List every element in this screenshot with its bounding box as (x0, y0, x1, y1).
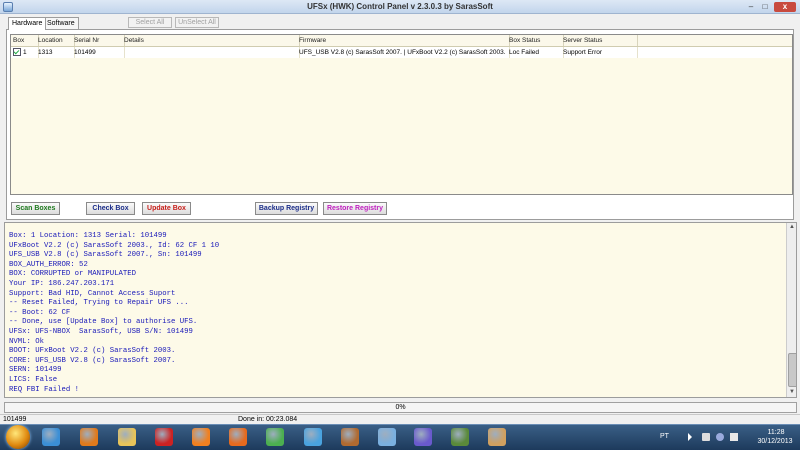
row-serial: 101499 (72, 47, 125, 58)
progress-bar: 0% (4, 402, 797, 413)
flash-icon[interactable] (155, 428, 173, 446)
log-line: UFS_USB V2.8 (c) SarasSoft 2007., Sn: 10… (9, 251, 202, 260)
row-details (122, 47, 300, 58)
folder-icon[interactable] (118, 428, 136, 446)
log-line: NVML: Ok (9, 337, 45, 346)
log-line: UFSx: UFS-NBOX SarasSoft, USB S/N: 10149… (9, 327, 193, 336)
row-checkbox[interactable] (13, 48, 21, 57)
progress-label: 0% (395, 404, 406, 411)
tray-battery-icon[interactable] (730, 433, 738, 441)
log-line: Support: Bad HID, Cannot Access Suport (9, 289, 176, 298)
scan-boxes-button[interactable]: Scan Boxes (11, 202, 60, 215)
row-box-cell[interactable]: 1 (11, 47, 39, 58)
notepad-icon[interactable] (378, 428, 396, 446)
log-line: CORE: UFS_USB V2.8 (c) SarasSoft 2007. (9, 356, 176, 365)
log-line: BOOT: UFxBoot V2.2 (c) SarasSoft 2003. (9, 347, 176, 356)
clock-date[interactable]: 30/12/2013 (752, 438, 798, 445)
maximize-button[interactable]: □ (758, 2, 772, 12)
window-title: UFSx (HWK) Control Panel v 2.3.0.3 by Sa… (307, 2, 493, 11)
check-box-button[interactable]: Check Box (86, 202, 135, 215)
avast-icon[interactable] (192, 428, 210, 446)
tray-network-icon[interactable] (702, 433, 710, 441)
scroll-up-arrow-icon[interactable]: ▲ (787, 223, 796, 232)
log-line: UFxBoot V2.2 (c) SarasSoft 2003., Id: 62… (9, 241, 220, 250)
log-line: REQ FBI Failed ! (9, 385, 80, 394)
log-line: -- Boot: 62 CF (9, 308, 71, 317)
tab-software[interactable]: Software (43, 17, 79, 29)
start-button[interactable] (6, 425, 30, 449)
box-grid[interactable]: Box Location Serial Nr Details Firmware … (10, 34, 793, 195)
media-player-icon[interactable] (80, 428, 98, 446)
select-all-button[interactable]: Select All (128, 17, 172, 28)
log-line: BOX: CORRUPTED or MANIPULATED (9, 270, 136, 279)
language-indicator[interactable]: PT (660, 433, 669, 440)
status-bar (0, 414, 800, 424)
row-box-status: Loc Failed (507, 47, 564, 58)
app-icon (3, 2, 13, 12)
log-line: -- Done, use [Update Box] to authorise U… (9, 318, 198, 327)
restore-registry-button[interactable]: Restore Registry (323, 202, 387, 215)
close-button[interactable]: x (774, 2, 796, 12)
status-elapsed: Done in: 00:23.084 (238, 416, 298, 423)
column-header-server-status[interactable]: Server Status (561, 35, 638, 46)
log-line: LICS: False (9, 375, 58, 384)
grid-header: Box Location Serial Nr Details Firmware … (11, 35, 792, 47)
row-server-status: Support Error (561, 47, 638, 58)
column-header-location[interactable]: Location (36, 35, 75, 46)
chrome-icon[interactable] (266, 428, 284, 446)
log-line: Box: 1 Location: 1313 Serial: 101499 (9, 232, 167, 240)
log-output[interactable]: Box: 1 Location: 1313 Serial: 101499 UFx… (4, 222, 797, 398)
column-header-box[interactable]: Box (11, 35, 39, 46)
log-line: BOX_AUTH_ERROR: 52 (9, 260, 88, 269)
backup-registry-button[interactable]: Backup Registry (255, 202, 318, 215)
row-location: 1313 (36, 47, 75, 58)
bluetooth-icon[interactable] (414, 428, 432, 446)
tray-flag-icon[interactable] (688, 433, 692, 441)
unselect-all-button[interactable]: UnSelect All (175, 17, 219, 28)
tab-hardware[interactable]: Hardware (8, 17, 47, 30)
column-header-firmware[interactable]: Firmware (297, 35, 510, 46)
log-line: -- Reset Failed, Trying to Repair UFS ..… (9, 299, 189, 308)
column-header-box-status[interactable]: Box Status (507, 35, 564, 46)
status-serial: 101499 (3, 416, 27, 423)
log-scrollbar[interactable]: ▲ ▼ (786, 223, 796, 397)
firefox-icon[interactable] (229, 428, 247, 446)
column-header-details[interactable]: Details (122, 35, 300, 46)
ie-icon[interactable] (42, 428, 60, 446)
log-line: SERN: 101499 (9, 366, 62, 375)
ufs-icon[interactable] (488, 428, 506, 446)
table-row[interactable]: 1 1313 101499 UFS_USB V2.8 (c) SarasSoft… (11, 47, 792, 58)
scroll-down-arrow-icon[interactable]: ▼ (787, 388, 796, 397)
column-header-serial[interactable]: Serial Nr (72, 35, 125, 46)
log-lines: Box: 1 Location: 1313 Serial: 101499 UFx… (9, 232, 219, 395)
row-firmware: UFS_USB V2.8 (c) SarasSoft 2007. | UFxBo… (297, 47, 510, 58)
row-box-number: 1 (23, 49, 27, 56)
update-box-button[interactable]: Update Box (142, 202, 191, 215)
minimize-button[interactable]: – (744, 2, 758, 12)
tray-volume-icon[interactable] (716, 433, 724, 441)
gimp-icon[interactable] (341, 428, 359, 446)
tv-icon[interactable] (304, 428, 322, 446)
log-line: Your IP: 186.247.203.171 (9, 279, 115, 288)
download-icon[interactable] (451, 428, 469, 446)
clock-time[interactable]: 11:28 (756, 429, 796, 436)
scroll-thumb[interactable] (788, 353, 796, 387)
